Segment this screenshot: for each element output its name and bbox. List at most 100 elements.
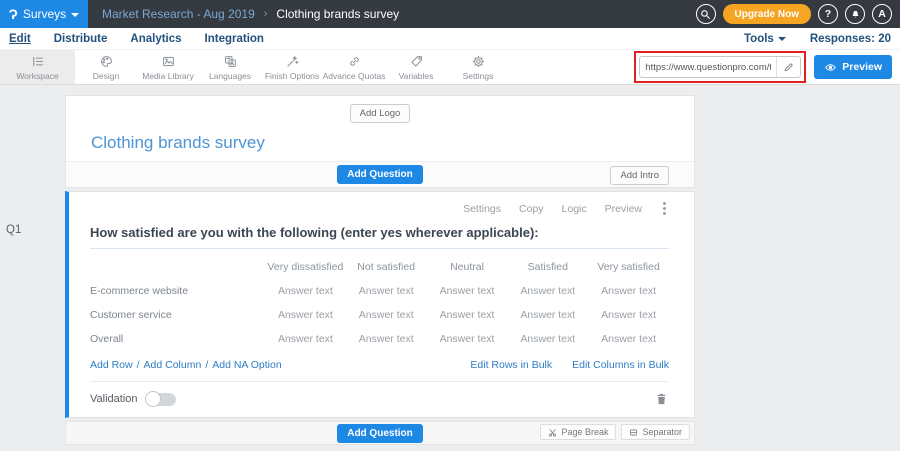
separator-icon [629, 428, 638, 437]
logo-row: Add Logo [66, 96, 694, 123]
eye-icon [824, 62, 837, 73]
nav-tabs: Edit Distribute Analytics Integration [9, 33, 264, 45]
preview-button[interactable]: Preview [814, 55, 892, 79]
validation-toggle[interactable] [146, 393, 176, 406]
toolbar-item-advance-quotas[interactable]: Advance Quotas [323, 50, 385, 84]
row-label[interactable]: E-commerce website [90, 285, 265, 297]
question-index-label: Q1 [6, 224, 21, 236]
tab-integration[interactable]: Integration [205, 33, 264, 45]
toolbar-item-media-library[interactable]: Media Library [137, 50, 199, 84]
topbar-actions: Upgrade Now ? A [696, 4, 900, 24]
toolbar-item-variables[interactable]: Variables [385, 50, 447, 84]
column-header[interactable]: Not satisfied [346, 261, 427, 273]
toolbar-item-languages[interactable]: Languages [199, 50, 261, 84]
toolbar-item-settings[interactable]: Settings [447, 50, 509, 84]
search-icon [700, 9, 711, 20]
surveys-menu-button[interactable]: Ɂ Surveys [0, 0, 88, 28]
search-button[interactable] [696, 4, 716, 24]
question-logic-action[interactable]: Logic [562, 203, 587, 215]
tag-icon [409, 54, 424, 69]
toolbar-item-label: Variables [399, 71, 434, 81]
answer-cell[interactable]: Answer text [346, 285, 427, 297]
answer-cell[interactable]: Answer text [507, 309, 588, 321]
avatar-button[interactable]: A [872, 4, 892, 24]
answer-cell[interactable]: Answer text [265, 309, 346, 321]
scissors-icon [548, 428, 557, 437]
question-text[interactable]: How satisfied are you with the following… [90, 225, 669, 249]
bulk-edit-links: Edit Rows in Bulk Edit Columns in Bulk [470, 359, 669, 371]
row-label[interactable]: Overall [90, 333, 265, 345]
matrix-table: Very dissatisfied Not satisfied Neutral … [90, 255, 669, 351]
toolbar-item-label: Design [93, 71, 119, 81]
tab-edit[interactable]: Edit [9, 33, 31, 45]
survey-url-field [639, 56, 801, 78]
link-separator: / [205, 359, 208, 371]
answer-cell[interactable]: Answer text [507, 285, 588, 297]
question-copy-action[interactable]: Copy [519, 203, 544, 215]
question-edit-links: Add Row / Add Column / Add NA Option Edi… [90, 359, 669, 371]
page-break-button[interactable]: Page Break [540, 424, 616, 440]
add-na-option-link[interactable]: Add NA Option [212, 359, 281, 371]
question-preview-action[interactable]: Preview [605, 203, 642, 215]
answer-cell[interactable]: Answer text [588, 309, 669, 321]
answer-cell[interactable]: Answer text [427, 285, 508, 297]
toolbar-right: Preview [634, 50, 900, 84]
add-logo-button[interactable]: Add Logo [350, 104, 411, 123]
question-settings-action[interactable]: Settings [463, 203, 501, 215]
answer-cell[interactable]: Answer text [346, 309, 427, 321]
chain-link-icon [347, 54, 362, 69]
question-card: Settings Copy Logic Preview How satisfie… [65, 191, 695, 418]
answer-cell[interactable]: Answer text [507, 333, 588, 345]
toggle-knob [145, 391, 161, 407]
survey-url-input[interactable] [640, 62, 776, 73]
add-question-strip-bottom: Add Question Page Break Separator [65, 421, 695, 445]
more-options-icon[interactable] [660, 202, 669, 215]
answer-cell[interactable]: Answer text [588, 285, 669, 297]
column-header[interactable]: Satisfied [507, 261, 588, 273]
image-icon [161, 54, 176, 69]
edit-url-button[interactable] [776, 57, 800, 77]
chevron-down-icon [71, 13, 79, 17]
pencil-icon [783, 62, 794, 73]
add-column-link[interactable]: Add Column [144, 359, 202, 371]
add-row-link[interactable]: Add Row [90, 359, 133, 371]
answer-cell[interactable]: Answer text [427, 309, 508, 321]
edit-rows-in-bulk-link[interactable]: Edit Rows in Bulk [470, 359, 552, 371]
add-intro-button[interactable]: Add Intro [610, 166, 669, 185]
add-question-button-bottom[interactable]: Add Question [337, 424, 423, 443]
toolbar-item-design[interactable]: Design [75, 50, 137, 84]
link-separator: / [137, 359, 140, 371]
survey-url-highlight-box [634, 51, 806, 83]
trash-icon [654, 395, 669, 410]
answer-cell[interactable]: Answer text [346, 333, 427, 345]
answer-cell[interactable]: Answer text [265, 285, 346, 297]
tab-analytics[interactable]: Analytics [130, 33, 181, 45]
tools-dropdown[interactable]: Tools [744, 33, 786, 45]
column-header[interactable]: Very dissatisfied [265, 261, 346, 273]
toolbar-item-label: Settings [463, 71, 494, 81]
toolbar-item-workspace[interactable]: Workspace [0, 50, 75, 84]
answer-cell[interactable]: Answer text [265, 333, 346, 345]
survey-title[interactable]: Clothing brands survey [66, 123, 694, 161]
separator-button[interactable]: Separator [621, 424, 690, 440]
answer-cell[interactable]: Answer text [427, 333, 508, 345]
notifications-button[interactable] [845, 4, 865, 24]
chevron-down-icon [778, 37, 786, 41]
delete-question-button[interactable] [654, 391, 669, 407]
breadcrumb-folder-link[interactable]: Market Research - Aug 2019 [102, 7, 255, 21]
matrix-row: E-commerce website Answer text Answer te… [90, 279, 669, 303]
answer-cell[interactable]: Answer text [588, 333, 669, 345]
help-button[interactable]: ? [818, 4, 838, 24]
toolbar-item-finish-options[interactable]: Finish Options [261, 50, 323, 84]
column-header[interactable]: Neutral [427, 261, 508, 273]
edit-columns-in-bulk-link[interactable]: Edit Columns in Bulk [572, 359, 669, 371]
row-label[interactable]: Customer service [90, 309, 265, 321]
breadcrumb-current-survey: Clothing brands survey [276, 7, 399, 21]
tab-distribute[interactable]: Distribute [54, 33, 108, 45]
add-question-button-top[interactable]: Add Question [337, 165, 423, 184]
responses-count[interactable]: Responses: 20 [810, 33, 891, 45]
breadcrumb: Market Research - Aug 2019 › Clothing br… [102, 7, 399, 21]
upgrade-now-button[interactable]: Upgrade Now [723, 4, 811, 24]
column-header[interactable]: Very satisfied [588, 261, 669, 273]
question-action-menu: Settings Copy Logic Preview [90, 192, 669, 215]
